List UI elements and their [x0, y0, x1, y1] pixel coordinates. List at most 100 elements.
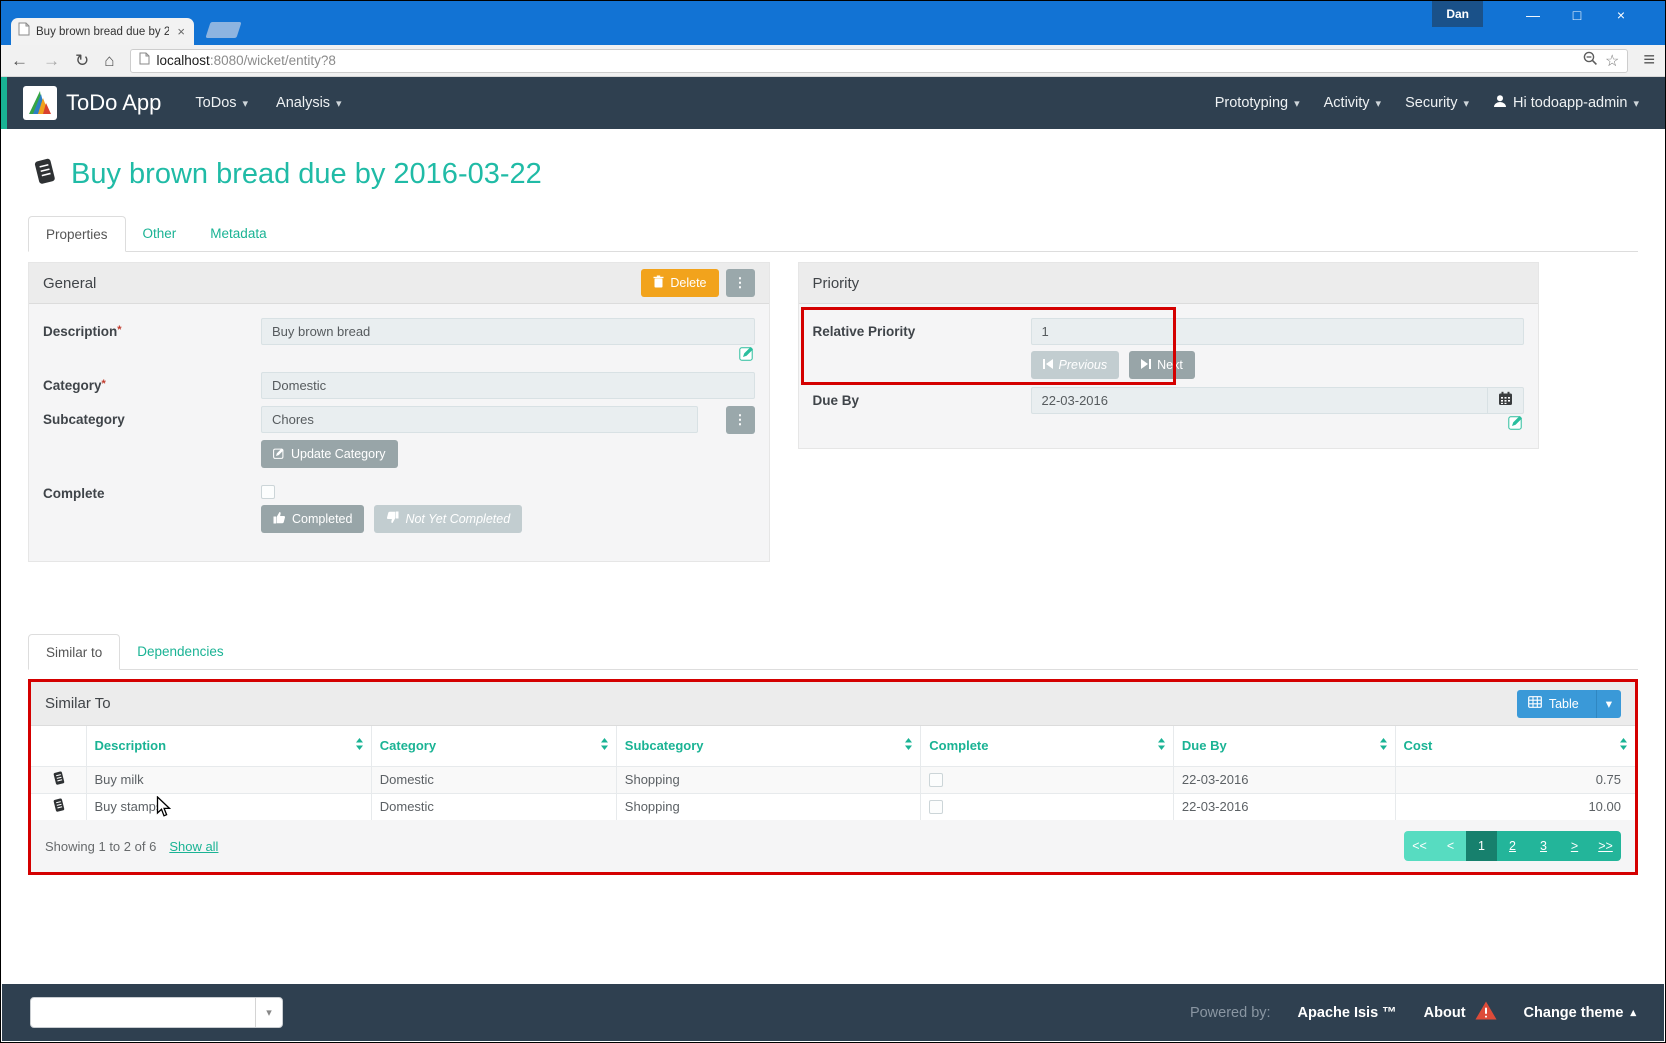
page-1-button[interactable]: 1 [1466, 831, 1497, 861]
calendar-icon [1498, 391, 1513, 411]
zoom-out-icon[interactable] [1583, 51, 1598, 71]
general-panel-title: General [43, 275, 96, 292]
back-icon[interactable]: ← [11, 52, 28, 69]
page-prev-button[interactable]: < [1435, 831, 1466, 861]
complete-checkbox[interactable] [261, 485, 275, 499]
calendar-addon[interactable] [1487, 387, 1524, 414]
cell-description[interactable]: Buy stamps [86, 793, 371, 820]
table-view-button[interactable]: Table ▾ [1517, 690, 1621, 718]
general-more-actions-button[interactable]: ⋮ [726, 269, 755, 297]
col-complete: Complete [929, 738, 988, 753]
page-3-button[interactable]: 3 [1528, 831, 1559, 861]
chevron-down-icon: ▾ [1294, 97, 1300, 110]
menu-todos[interactable]: ToDos ▾ [183, 87, 260, 119]
category-field[interactable]: Domestic [261, 372, 755, 399]
browser-profile-badge[interactable]: Dan [1432, 1, 1483, 27]
window-close-button[interactable]: × [1599, 1, 1643, 29]
tab-other[interactable]: Other [126, 216, 194, 251]
url-bar[interactable]: localhost:8080/wicket/entity?8 ☆ [130, 49, 1629, 73]
tab-similar-to[interactable]: Similar to [28, 634, 120, 670]
edit-pencil-icon [273, 447, 285, 462]
tab-close-icon[interactable]: × [175, 24, 187, 39]
sort-icon[interactable] [1380, 738, 1387, 753]
page-next-button[interactable]: > [1559, 831, 1590, 861]
menu-activity[interactable]: Activity ▾ [1312, 87, 1393, 119]
due-by-label: Due By [813, 387, 1031, 434]
subcategory-field[interactable]: Chores [261, 406, 698, 433]
browser-menu-icon[interactable]: ≡ [1643, 49, 1655, 72]
tab-metadata[interactable]: Metadata [193, 216, 283, 251]
window-minimize-button[interactable]: — [1511, 1, 1555, 29]
app-footer: ▾ Powered by: Apache Isis ™ About Change… [2, 984, 1664, 1041]
pagination: << < 1 2 3 > >> [1404, 831, 1621, 861]
window-maximize-button[interactable]: □ [1555, 1, 1599, 29]
edit-description-icon[interactable] [739, 345, 755, 366]
new-tab-button[interactable] [205, 22, 241, 38]
cell-cost: 10.00 [1395, 793, 1635, 820]
tab-dependencies[interactable]: Dependencies [120, 634, 240, 669]
warning-icon [1475, 1001, 1497, 1024]
app-brand[interactable]: ToDo App [23, 86, 161, 120]
thumbs-down-icon [386, 511, 399, 527]
next-button[interactable]: Next [1129, 351, 1195, 379]
table-view-caret[interactable]: ▾ [1596, 690, 1621, 718]
sort-icon[interactable] [905, 738, 912, 753]
apache-isis-link[interactable]: Apache Isis ™ [1298, 1005, 1397, 1021]
table-row[interactable]: Buy milk Domestic Shopping 22-03-2016 0.… [31, 766, 1635, 793]
menu-user[interactable]: Hi todoapp-admin ▾ [1481, 86, 1651, 120]
col-cost: Cost [1404, 738, 1433, 753]
cell-category: Domestic [371, 793, 616, 820]
page-first-button[interactable]: << [1404, 831, 1435, 861]
due-by-field[interactable]: 22-03-2016 [1031, 387, 1488, 414]
row-complete-checkbox [929, 773, 943, 787]
footer-select[interactable]: ▾ [30, 997, 283, 1028]
relative-priority-field[interactable]: 1 [1031, 318, 1525, 345]
not-yet-completed-button[interactable]: Not Yet Completed [374, 505, 522, 533]
url-host: localhost [157, 53, 210, 68]
required-mark: * [117, 324, 121, 336]
previous-button[interactable]: Previous [1031, 351, 1120, 379]
delete-button[interactable]: Delete [641, 269, 718, 297]
home-icon[interactable]: ⌂ [104, 52, 114, 69]
cell-due-by: 22-03-2016 [1173, 793, 1395, 820]
description-field[interactable]: Buy brown bread [261, 318, 755, 345]
menu-security[interactable]: Security ▾ [1393, 87, 1481, 119]
about-link[interactable]: About [1424, 1001, 1497, 1024]
browser-titlebar: Buy brown bread due by 20 × Dan — □ × [1, 1, 1665, 45]
menu-analysis[interactable]: Analysis ▾ [264, 87, 354, 119]
sort-icon[interactable] [356, 738, 363, 753]
page-last-button[interactable]: >> [1590, 831, 1621, 861]
trash-icon [653, 275, 664, 291]
sort-icon[interactable] [601, 738, 608, 753]
row-complete-checkbox [929, 800, 943, 814]
chevron-down-icon: ▾ [243, 97, 249, 110]
skip-previous-icon [1043, 358, 1053, 372]
mouse-cursor [156, 796, 171, 823]
todo-note-icon [28, 156, 60, 193]
subcategory-more-actions-button[interactable]: ⋮ [726, 406, 755, 434]
bookmark-star-icon[interactable]: ☆ [1605, 51, 1619, 71]
skip-next-icon [1141, 358, 1151, 372]
table-row[interactable]: Buy stamps Domestic Shopping 22-03-2016 … [31, 793, 1635, 820]
forward-icon[interactable]: → [43, 52, 60, 69]
browser-tab[interactable]: Buy brown bread due by 20 × [11, 18, 194, 45]
sort-icon[interactable] [1158, 738, 1165, 753]
change-theme-link[interactable]: Change theme ▴ [1524, 1005, 1636, 1021]
similar-to-panel: Similar To Table ▾ Descripti [28, 679, 1638, 875]
cell-category: Domestic [371, 766, 616, 793]
tab-title: Buy brown bread due by 20 [36, 26, 169, 38]
tab-properties[interactable]: Properties [28, 216, 126, 252]
page-title: Buy brown bread due by 2016-03-22 [28, 156, 1638, 193]
completed-button[interactable]: Completed [261, 505, 364, 533]
sort-icon[interactable] [1620, 738, 1627, 753]
edit-due-by-icon[interactable] [1508, 414, 1524, 435]
window-controls: Dan — □ × [1432, 1, 1643, 29]
update-category-button[interactable]: Update Category [261, 440, 398, 468]
required-mark: * [102, 378, 106, 390]
browser-window: Buy brown bread due by 20 × Dan — □ × ← … [0, 0, 1666, 1043]
cell-description[interactable]: Buy milk [86, 766, 371, 793]
menu-prototyping[interactable]: Prototyping ▾ [1203, 87, 1312, 119]
page-2-button[interactable]: 2 [1497, 831, 1528, 861]
show-all-link[interactable]: Show all [169, 839, 218, 854]
refresh-icon[interactable]: ↻ [75, 52, 89, 69]
